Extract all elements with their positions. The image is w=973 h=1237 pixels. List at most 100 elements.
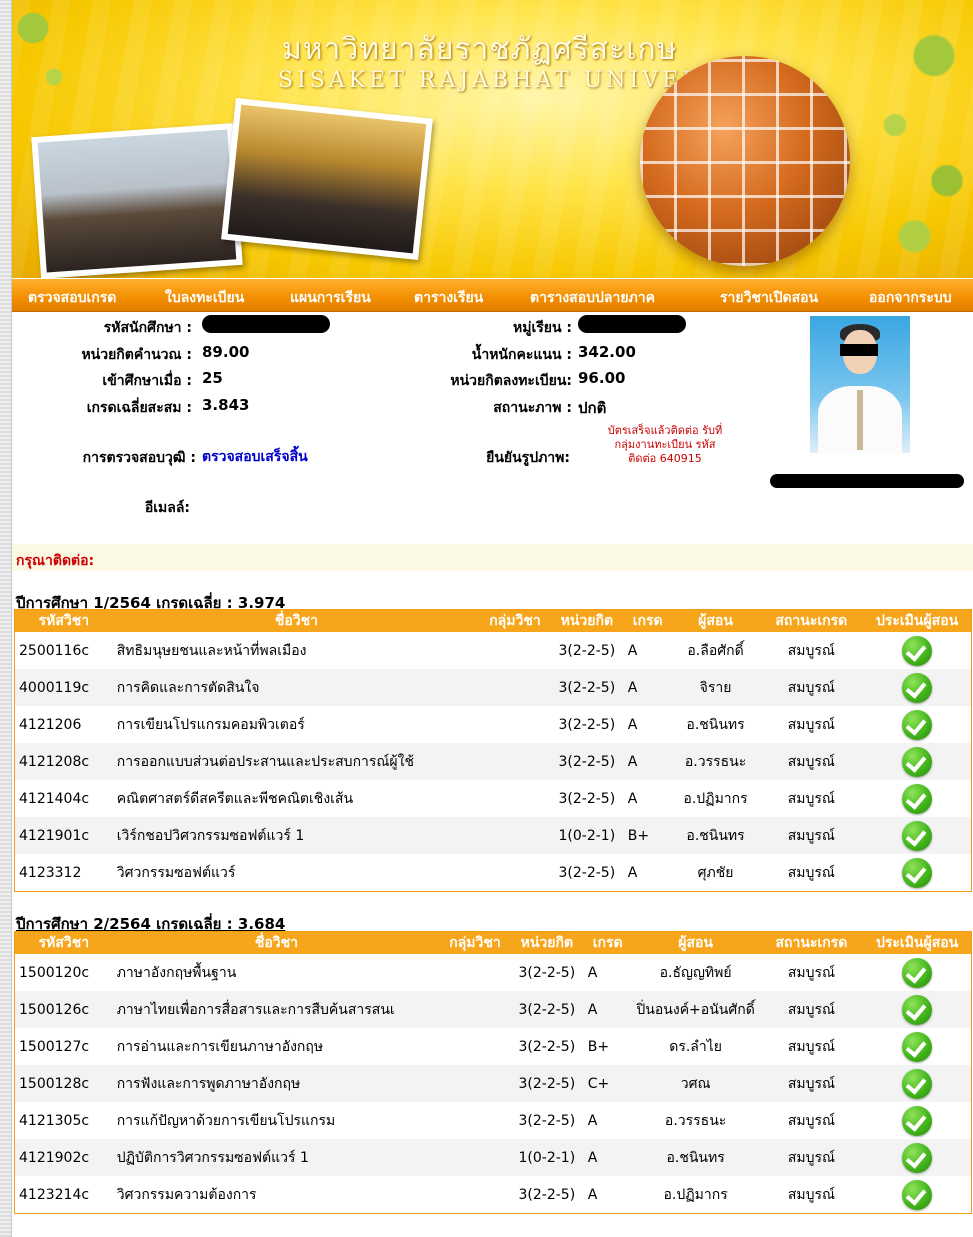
teacher-cell: ศุภชัย — [671, 854, 760, 892]
evaluate-teacher-cell — [863, 1102, 972, 1139]
evaluate-teacher-cell — [863, 669, 972, 706]
credits-cell: 3(2-2-5) — [549, 669, 624, 706]
course-code-cell: 1500120c — [14, 954, 113, 991]
grade-status-cell: สมบูรณ์ — [759, 743, 864, 780]
check-circle-icon[interactable] — [902, 709, 933, 740]
course-name-cell: วิศวกรรมความต้องการ — [112, 1176, 441, 1214]
grade-cell: A — [623, 669, 672, 706]
col-teacher: ผู้สอน — [671, 609, 760, 632]
credits-cell: 3(2-2-5) — [509, 1102, 584, 1139]
nav-registration-form[interactable]: ใบลงทะเบียน — [165, 287, 244, 309]
course-code-cell: 4121208c — [14, 743, 113, 780]
course-name-cell: เวิร์กชอปวิศวกรรมซอฟต์แวร์ 1 — [112, 817, 481, 854]
grade-status-cell: สมบูรณ์ — [759, 1102, 864, 1139]
course-group-cell — [480, 669, 550, 706]
university-name-thai: มหาวิทยาลัยราชภัฏศรีสะเกษ — [282, 32, 678, 67]
course-group-cell — [480, 706, 550, 743]
credits-cell: 3(2-2-5) — [509, 1028, 584, 1065]
course-name-cell: คณิตศาสตร์ดีสครีตและพีชคณิตเชิงเส้น — [112, 780, 481, 817]
evaluate-teacher-cell — [863, 1065, 972, 1102]
course-name-cell: ภาษาไทยเพื่อการสื่อสารและการสืบค้นสารสนเ — [112, 991, 441, 1028]
grade-cell: A — [623, 780, 672, 817]
photo-confirm-label: ยืนยันรูปภาพ: — [486, 450, 570, 466]
evaluate-teacher-cell — [863, 1176, 972, 1214]
grade-cell: B+ — [623, 817, 672, 854]
course-code-cell: 2500116c — [14, 632, 113, 669]
teacher-cell: อ.ปฏิมากร — [671, 780, 760, 817]
grades-table-term-1: รหัสวิชา ชื่อวิชา กลุ่มวิชา หน่วยกิต เกร… — [14, 609, 972, 892]
col-grade: เกรด — [623, 609, 672, 632]
gpa-value: 3.843 — [202, 396, 250, 414]
grade-cell: C+ — [583, 1065, 632, 1102]
course-group-cell — [480, 632, 550, 669]
redacted-student-name — [770, 474, 964, 488]
check-circle-icon[interactable] — [902, 746, 933, 777]
credits-registered-value: 96.00 — [578, 369, 626, 387]
student-photo — [810, 316, 910, 453]
check-circle-icon[interactable] — [902, 1031, 933, 1062]
table-row: 4121902c ปฏิบัติการวิศวกรรมซอฟต์แวร์ 1 1(0… — [14, 1139, 972, 1176]
credits-cell: 3(2-2-5) — [509, 1065, 584, 1102]
nav-study-plan[interactable]: แผนการเรียน — [290, 287, 371, 309]
grade-cell: A — [623, 854, 672, 892]
nav-final-exam-schedule[interactable]: ตารางสอบปลายภาค — [530, 287, 655, 309]
credits-cell: 3(2-2-5) — [509, 991, 584, 1028]
nav-open-courses[interactable]: รายวิชาเปิดสอน — [720, 287, 818, 309]
table-row: 1500128c การฟังและการพูดภาษาอังกฤษ 3(2-2-5… — [14, 1065, 972, 1102]
col-grade-status: สถานะเกรด — [759, 609, 864, 632]
table-row: 4121901c เวิร์กชอปวิศวกรรมซอฟต์แวร์ 1 1(0-… — [14, 817, 972, 854]
redacted-eyes — [840, 344, 878, 356]
course-name-cell: การแก้ปัญหาด้วยการเขียนโปรแกรม — [112, 1102, 441, 1139]
credits-registered-label: หน่วยกิตลงทะเบียน: — [450, 373, 572, 389]
check-circle-icon[interactable] — [902, 1105, 933, 1136]
check-circle-icon[interactable] — [902, 957, 933, 988]
course-name-cell: การคิดและการตัดสินใจ — [112, 669, 481, 706]
check-circle-icon[interactable] — [902, 1142, 933, 1173]
table-header-row: รหัสวิชา ชื่อวิชา กลุ่มวิชา หน่วยกิต เกร… — [14, 931, 972, 954]
teacher-cell: อ.ชนินทร — [671, 817, 760, 854]
col-grade-status: สถานะเกรด — [759, 931, 864, 954]
grade-cell: A — [583, 991, 632, 1028]
col-course-code: รหัสวิชา — [14, 609, 113, 632]
check-circle-icon[interactable] — [902, 994, 933, 1025]
evaluate-teacher-cell — [863, 706, 972, 743]
check-circle-icon[interactable] — [902, 1068, 933, 1099]
course-name-cell: การเขียนโปรแกรมคอมพิวเตอร์ — [112, 706, 481, 743]
course-code-cell: 4121305c — [14, 1102, 113, 1139]
check-circle-icon[interactable] — [902, 783, 933, 814]
check-circle-icon[interactable] — [902, 820, 933, 851]
teacher-cell: อ.ชนินทร — [671, 706, 760, 743]
grade-status-cell: สมบูรณ์ — [759, 854, 864, 892]
check-circle-icon[interactable] — [902, 857, 933, 888]
redacted-student-id — [202, 315, 330, 333]
table-row: 1500127c การอ่านและการเขียนภาษาอังกฤษ 3(2-… — [14, 1028, 972, 1065]
grade-cell: A — [583, 954, 632, 991]
teacher-cell: อ.ปฏิมากร — [631, 1176, 760, 1214]
grade-cell: A — [623, 632, 672, 669]
table-row: 4121206 การเขียนโปรแกรมคอมพิวเตอร์ 3(2-2-5… — [14, 706, 972, 743]
nav-class-schedule[interactable]: ตารางเรียน — [414, 287, 483, 309]
col-course-name: ชื่อวิชา — [112, 609, 481, 632]
page: มหาวิทยาลัยราชภัฏศรีสะเกษ SISAKET RAJABH… — [12, 0, 973, 1237]
status-value: ปกติ — [578, 399, 607, 417]
course-code-cell: 4000119c — [14, 669, 113, 706]
check-circle-icon[interactable] — [902, 672, 933, 703]
table-row: 1500120c ภาษาอังกฤษพื้นฐาน 3(2-2-5) A อ.ธัญญ… — [14, 954, 972, 991]
table-header-row: รหัสวิชา ชื่อวิชา กลุ่มวิชา หน่วยกิต เกร… — [14, 609, 972, 632]
course-code-cell: 4121902c — [14, 1139, 113, 1176]
table-row: 2500116c สิทธิมนุษยชนและหน้าที่พลเมือง 3(2… — [14, 632, 972, 669]
leaves-decoration — [12, 0, 82, 140]
entry-value: 25 — [202, 369, 223, 387]
course-code-cell: 1500127c — [14, 1028, 113, 1065]
course-group-cell — [440, 1065, 510, 1102]
check-circle-icon[interactable] — [902, 635, 933, 666]
check-circle-icon[interactable] — [902, 1179, 933, 1210]
credits-calc-label: หน่วยกิตคำนวณ : — [81, 347, 192, 363]
weight-label: น้ำหนักคะแนน : — [471, 347, 572, 363]
course-group-cell — [480, 854, 550, 892]
nav-check-grades[interactable]: ตรวจสอบเกรด — [28, 287, 116, 309]
university-banner: มหาวิทยาลัยราชภัฏศรีสะเกษ SISAKET RAJABH… — [12, 0, 973, 278]
table-row: 4121305c การแก้ปัญหาด้วยการเขียนโปรแกรม 3(… — [14, 1102, 972, 1139]
nav-logout[interactable]: ออกจากระบบ — [869, 287, 952, 309]
evaluate-teacher-cell — [863, 1028, 972, 1065]
